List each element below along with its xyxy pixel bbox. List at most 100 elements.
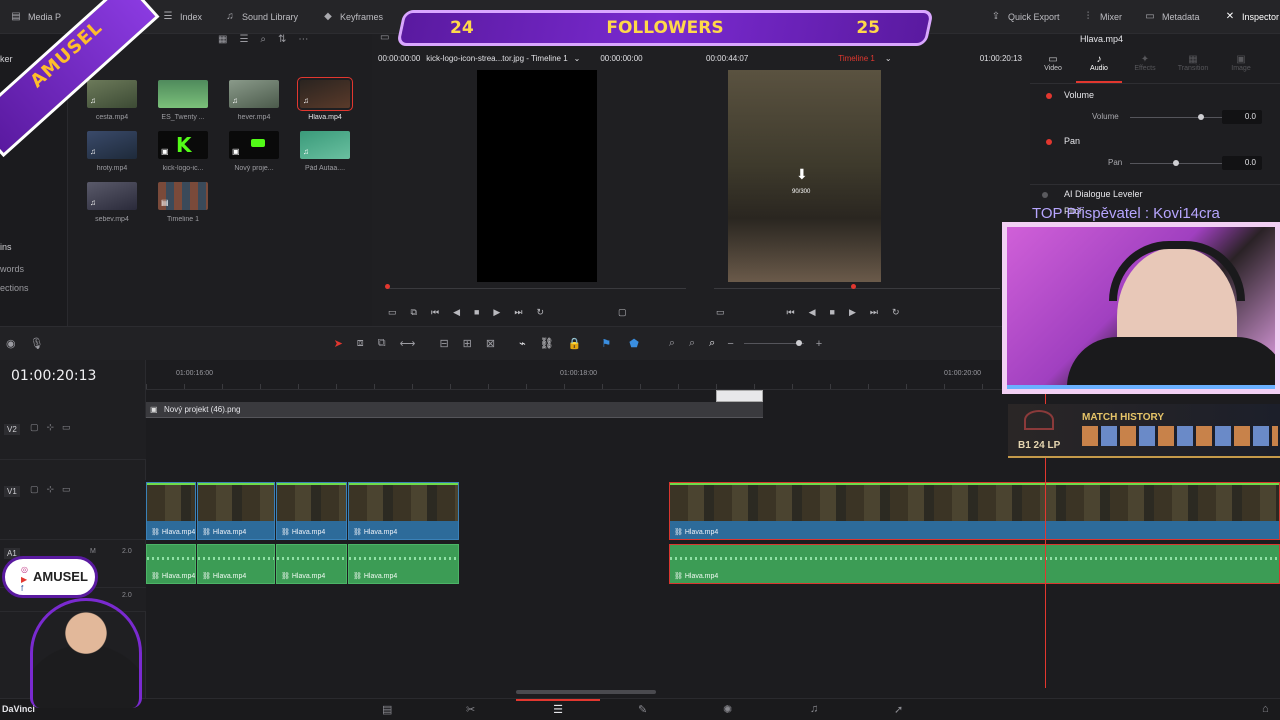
zoom-out-icon[interactable]: − xyxy=(727,338,733,350)
source-clip-name[interactable]: kick-logo-icon-strea...tor.jpg - Timelin… xyxy=(426,54,567,63)
pan-slider-knob[interactable] xyxy=(1173,160,1179,166)
marker-icon[interactable]: ⬟ xyxy=(629,337,639,350)
overwrite-icon[interactable]: ▢ xyxy=(618,307,627,318)
play-reverse-icon[interactable]: ◀ xyxy=(809,307,816,318)
color-page-icon[interactable]: ✺ xyxy=(723,703,732,716)
v1-video-clip[interactable]: ⛓ Hlava.mp4 xyxy=(348,482,459,540)
chevron-down-icon[interactable]: ⌄ xyxy=(574,54,581,63)
safe-area-icon[interactable]: ▭ xyxy=(388,307,397,318)
zoom-slider-knob[interactable] xyxy=(795,340,802,346)
blade-tool-icon[interactable]: ⧉ xyxy=(378,337,386,350)
search-icon[interactable]: ⌕ xyxy=(260,34,266,46)
a1-audio-clip[interactable]: ⛓ Hlava.mp4 xyxy=(348,544,459,584)
media-clip[interactable]: ♫ cesta.mp4 xyxy=(82,80,142,121)
skip-forward-icon[interactable]: ⏭ xyxy=(870,307,878,318)
deliver-page-icon[interactable]: ➚ xyxy=(894,703,903,716)
lock-icon[interactable]: 🔒 xyxy=(568,337,582,350)
index-tab[interactable]: ☰ Index xyxy=(162,0,203,34)
more-options-icon[interactable]: ⋯ xyxy=(298,34,308,46)
v1-video-clip[interactable]: ⛓ Hlava.mp4 xyxy=(146,482,196,540)
tab-transition[interactable]: ▦ Transition xyxy=(1168,52,1218,83)
media-clip[interactable]: ♫ Pád Autaa.... xyxy=(295,131,355,172)
play-icon[interactable]: ▶ xyxy=(849,307,856,318)
fusion-page-icon[interactable]: ✎ xyxy=(638,703,647,716)
skip-back-icon[interactable]: ⏮ xyxy=(787,307,795,318)
a1-audio-clip[interactable]: ⛓ Hlava.mp4 xyxy=(197,544,275,584)
media-clip[interactable]: ▣ Nový proje... xyxy=(224,131,284,172)
metadata-tab[interactable]: ▭ Metadata xyxy=(1144,0,1199,34)
skip-forward-icon[interactable]: ⏭ xyxy=(514,307,522,318)
pan-value-field[interactable]: 0.0 xyxy=(1222,156,1262,170)
microphone-icon[interactable]: 🎙 xyxy=(30,337,44,350)
trim-tool-icon[interactable]: ⧈ xyxy=(357,337,364,350)
timeline-scrubber[interactable] xyxy=(714,288,1000,289)
a1-audio-clip[interactable]: ⛓ Hlava.mp4 xyxy=(146,544,196,584)
sound-library-tab[interactable]: ♫ Sound Library xyxy=(224,0,298,34)
zoom-in-icon[interactable]: + xyxy=(816,338,822,350)
insert-clip-icon[interactable]: ⊟ xyxy=(439,337,448,350)
stop-icon[interactable]: ■ xyxy=(474,307,479,317)
chevron-down-icon[interactable]: ⌄ xyxy=(885,54,892,63)
quick-export-button[interactable]: ⇪ Quick Export xyxy=(990,0,1060,34)
timeline-scrollbar[interactable] xyxy=(516,690,656,694)
selection-tool-icon[interactable]: ➤ xyxy=(334,337,343,350)
track-icons[interactable]: ▢⊹▭ xyxy=(30,422,79,433)
inspector-tab[interactable]: ✕ Inspector xyxy=(1224,0,1279,34)
tab-audio[interactable]: ♪ Audio xyxy=(1076,52,1122,83)
media-pool-tab[interactable]: ▤ Media P xyxy=(10,0,61,34)
volume-slider-knob[interactable] xyxy=(1198,114,1204,120)
list-view-icon[interactable]: ☰ xyxy=(239,34,248,46)
v2-image-clip[interactable]: ▣ Nový projekt (46).png xyxy=(146,402,763,418)
overwrite-clip-icon[interactable]: ⊞ xyxy=(463,337,472,350)
thumbnail-view-icon[interactable]: ▦ xyxy=(218,34,227,46)
media-clip[interactable]: ▤ Timeline 1 xyxy=(153,182,213,223)
sort-icon[interactable]: ⇅ xyxy=(278,34,286,46)
loop-icon[interactable]: ↻ xyxy=(892,307,900,318)
sidebar-item-collections[interactable]: ections xyxy=(0,283,29,293)
tab-effects[interactable]: ✦ Effects xyxy=(1122,52,1168,83)
source-scrubber[interactable] xyxy=(386,288,686,289)
a1-audio-clip[interactable]: ⛓ Hlava.mp4 xyxy=(276,544,347,584)
tab-video[interactable]: ▭ Video xyxy=(1030,52,1076,83)
timeline-viewer-playhead[interactable] xyxy=(851,284,856,289)
safe-area-icon[interactable]: ▭ xyxy=(716,307,725,318)
sidebar-item-bins[interactable]: ins xyxy=(0,242,12,252)
keyframes-tab[interactable]: ◆ Keyframes xyxy=(322,0,383,34)
replace-clip-icon[interactable]: ⊠ xyxy=(486,337,495,350)
ai-enable-dot[interactable] xyxy=(1042,192,1048,198)
volume-enable-dot[interactable] xyxy=(1046,93,1052,99)
track-header-v2[interactable]: V2 ▢⊹▭ xyxy=(0,418,146,460)
viewer-layout-icon[interactable]: ▭ xyxy=(380,32,389,43)
mixer-tab[interactable]: ⫶ Mixer xyxy=(1082,0,1122,34)
play-reverse-icon[interactable]: ◀ xyxy=(453,307,460,318)
media-clip[interactable]: K ▣ kick-logo-ic... xyxy=(153,131,213,172)
media-clip[interactable]: ♫ hroty.mp4 xyxy=(82,131,142,172)
zoom-detail-icon[interactable]: ⌕ xyxy=(689,337,695,350)
media-clip-selected[interactable]: ♫ Hlava.mp4 xyxy=(295,77,355,121)
fairlight-page-icon[interactable]: ♫ xyxy=(810,703,818,715)
match-frame-icon[interactable]: ⧉ xyxy=(411,307,417,318)
media-clip[interactable]: ♫ sebev.mp4 xyxy=(82,182,142,223)
timeline-name-dropdown[interactable]: Timeline 1 xyxy=(838,54,875,63)
track-icons[interactable]: ▢⊹▭ xyxy=(30,484,79,495)
tab-image[interactable]: ▣ Image xyxy=(1218,52,1264,83)
dynamic-trim-icon[interactable]: ⟷ xyxy=(400,337,416,350)
stop-icon[interactable]: ■ xyxy=(830,307,835,317)
cut-page-icon[interactable]: ✂ xyxy=(466,703,475,716)
skip-back-icon[interactable]: ⏮ xyxy=(431,307,439,318)
media-page-icon[interactable]: ▤ xyxy=(382,703,392,716)
home-icon[interactable]: ⌂ xyxy=(1262,703,1269,715)
track-header-v1[interactable]: V1 ▢⊹▭ xyxy=(0,480,146,540)
snapping-icon[interactable]: ⌁ xyxy=(519,337,526,350)
media-clip[interactable]: ES_Twenty ... xyxy=(153,80,213,121)
zoom-full-icon[interactable]: ⌕ xyxy=(669,337,675,350)
media-clip[interactable]: ♫ hever.mp4 xyxy=(224,80,284,121)
loop-icon[interactable]: ↻ xyxy=(536,307,544,318)
play-icon[interactable]: ▶ xyxy=(493,307,500,318)
source-playhead[interactable] xyxy=(385,284,390,289)
zoom-slider[interactable] xyxy=(743,340,804,346)
v1-video-clip-selected[interactable]: ⛓ Hlava.mp4 xyxy=(669,482,1280,540)
mute-button[interactable]: M xyxy=(90,548,96,555)
pan-enable-dot[interactable] xyxy=(1046,139,1052,145)
flag-icon[interactable]: ⚑ xyxy=(601,337,611,350)
